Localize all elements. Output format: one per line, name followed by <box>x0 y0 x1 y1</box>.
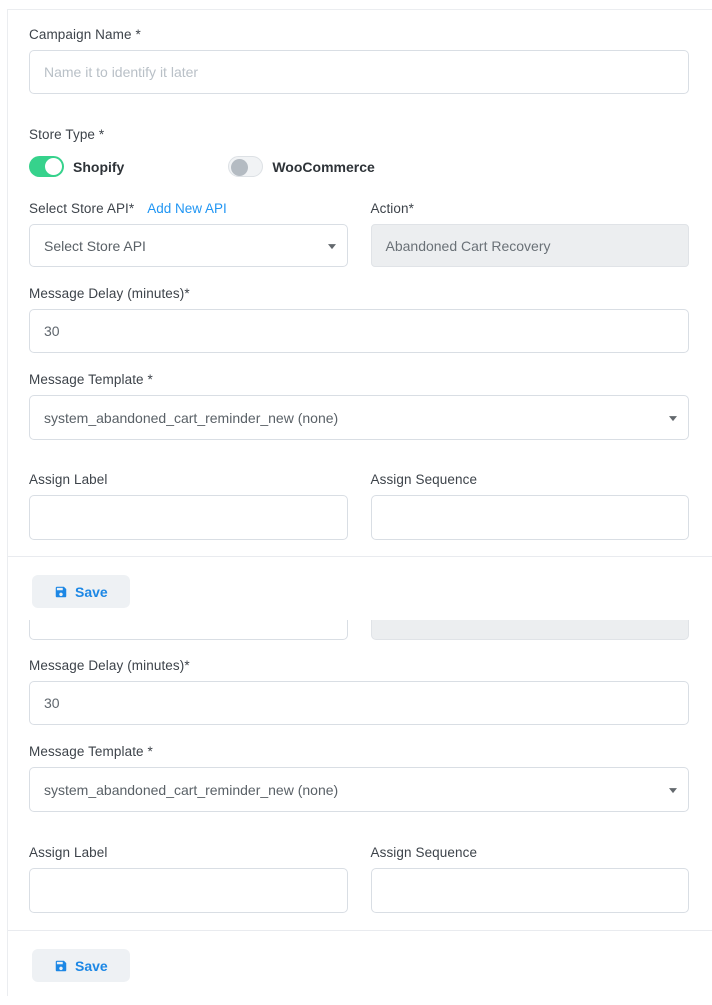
assign-sequence-col: Assign Sequence <box>371 845 690 913</box>
card-footer-2: Save <box>8 931 712 994</box>
add-new-api-link[interactable]: Add New API <box>147 201 227 216</box>
action-value: Abandoned Cart Recovery <box>386 238 551 254</box>
shopify-toggle-on-icon[interactable] <box>29 156 64 177</box>
save-button[interactable]: Save <box>32 575 130 608</box>
message-template-label: Message Template * <box>29 744 689 759</box>
campaign-name-input[interactable] <box>29 50 689 94</box>
message-delay-group-2: Message Delay (minutes)* <box>29 658 689 725</box>
store-type-group: Store Type * Shopify WooCommerce <box>29 127 689 177</box>
toggle-knob <box>231 159 248 176</box>
message-template-group-2: Message Template * system_abandoned_cart… <box>29 744 689 812</box>
assign-sequence-label: Assign Sequence <box>371 472 690 487</box>
store-type-label: Store Type * <box>29 127 689 142</box>
assign-sequence-input[interactable] <box>371 868 690 913</box>
store-type-woocommerce-option[interactable]: WooCommerce <box>228 156 374 177</box>
campaign-form-body-2: Message Delay (minutes)* Message Templat… <box>8 640 712 913</box>
message-delay-input[interactable] <box>29 681 689 725</box>
assign-label-col: Assign Label <box>29 472 348 540</box>
assign-label-label: Assign Label <box>29 845 348 860</box>
assign-sequence-col: Assign Sequence <box>371 472 690 540</box>
assign-row: Assign Label Assign Sequence <box>29 472 689 540</box>
select-store-api-value: Select Store API <box>44 238 146 254</box>
assign-label-col: Assign Label <box>29 845 348 913</box>
store-type-shopify-option[interactable]: Shopify <box>29 156 124 177</box>
save-icon <box>54 959 68 973</box>
store-api-action-row: Select Store API* Add New API Select Sto… <box>29 201 689 267</box>
action-col: Action* Abandoned Cart Recovery <box>371 201 690 267</box>
select-store-api-col: Select Store API* Add New API Select Sto… <box>29 201 348 267</box>
message-delay-input[interactable] <box>29 309 689 353</box>
select-store-api-dropdown-clipped[interactable] <box>29 620 348 640</box>
clipped-fields-row <box>8 620 712 640</box>
action-field: Abandoned Cart Recovery <box>371 224 690 267</box>
message-template-dropdown[interactable]: system_abandoned_cart_reminder_new (none… <box>29 767 689 812</box>
message-template-value: system_abandoned_cart_reminder_new (none… <box>44 782 338 798</box>
select-store-api-label-row: Select Store API* Add New API <box>29 201 348 216</box>
chevron-down-icon <box>669 416 677 421</box>
chevron-down-icon <box>328 244 336 249</box>
toggle-knob <box>45 158 62 175</box>
campaign-name-label: Campaign Name * <box>29 27 689 42</box>
campaign-form-body: Campaign Name * Store Type * Shopify Woo… <box>8 10 712 540</box>
assign-label-input[interactable] <box>29 495 348 540</box>
save-button-label: Save <box>75 958 108 974</box>
message-template-dropdown[interactable]: system_abandoned_cart_reminder_new (none… <box>29 395 689 440</box>
chevron-down-icon <box>669 788 677 793</box>
message-delay-label: Message Delay (minutes)* <box>29 658 689 673</box>
action-label: Action* <box>371 201 690 216</box>
select-store-api-dropdown[interactable]: Select Store API <box>29 224 348 267</box>
save-icon <box>54 585 68 599</box>
woocommerce-toggle-label: WooCommerce <box>272 159 374 175</box>
message-delay-group: Message Delay (minutes)* <box>29 286 689 353</box>
woocommerce-toggle-off-icon[interactable] <box>228 156 263 177</box>
assign-sequence-input[interactable] <box>371 495 690 540</box>
select-store-api-label: Select Store API* <box>29 201 134 216</box>
card-footer: Save <box>8 557 712 620</box>
assign-label-label: Assign Label <box>29 472 348 487</box>
save-button-label: Save <box>75 584 108 600</box>
campaign-name-group: Campaign Name * <box>29 27 689 94</box>
message-delay-label: Message Delay (minutes)* <box>29 286 689 301</box>
message-template-value: system_abandoned_cart_reminder_new (none… <box>44 410 338 426</box>
save-button[interactable]: Save <box>32 949 130 982</box>
store-type-toggles: Shopify WooCommerce <box>29 156 689 177</box>
message-template-group: Message Template * system_abandoned_cart… <box>29 372 689 440</box>
assign-row-2: Assign Label Assign Sequence <box>29 845 689 913</box>
message-template-label: Message Template * <box>29 372 689 387</box>
shopify-toggle-label: Shopify <box>73 159 124 175</box>
campaign-form-card: Campaign Name * Store Type * Shopify Woo… <box>7 9 712 996</box>
assign-sequence-label: Assign Sequence <box>371 845 690 860</box>
assign-label-input[interactable] <box>29 868 348 913</box>
action-field-clipped <box>371 620 690 640</box>
